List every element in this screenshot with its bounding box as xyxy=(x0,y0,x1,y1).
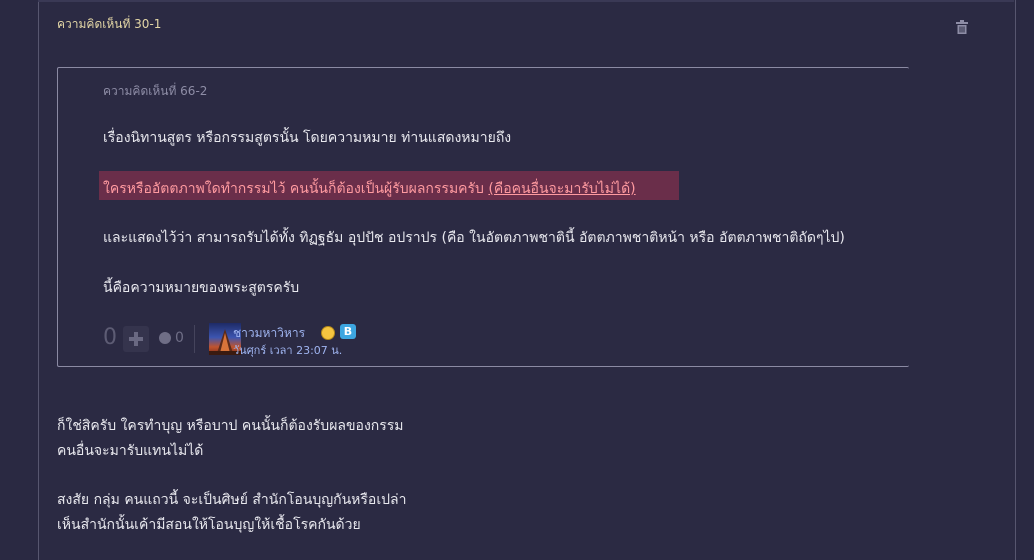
emotion-count: 0 xyxy=(175,330,184,346)
highlight-underlined: (คือคนอื่นจะมารับไม่ได้) xyxy=(488,181,636,197)
comment-text-line: เห็นสำนักนั้นเค้ามีสอนให้โอนบุญให้เชื้อโ… xyxy=(57,517,361,533)
trash-icon[interactable] xyxy=(956,20,968,34)
quote-text-line: เรื่องนิทานสูตร หรือกรรมสูตรนั้น โดยความ… xyxy=(103,130,512,146)
quote-text-line: นี้คือความหมายของพระสูตรครับ xyxy=(103,280,300,296)
blogger-badge-icon[interactable]: B xyxy=(340,324,356,339)
smiley-icon xyxy=(321,326,335,340)
quote-text-line: และแสดงไว้ว่า สามารถรับได้ทั้ง ทิฏฐธัม อ… xyxy=(103,230,845,246)
comment-title: ความคิดเห็นที่ 30-1 xyxy=(57,17,162,31)
quote-highlight-text: ใครหรืออัตตภาพใดทำกรรมไว้ คนนั้นก็ต้องเป… xyxy=(103,178,636,200)
comment-text-line: ก็ใช่สิครับ ใครทำบุญ หรือบาป คนนั้นก็ต้อ… xyxy=(57,418,404,434)
plus-vote-button[interactable] xyxy=(123,326,149,352)
highlight-plain: ใครหรืออัตตภาพใดทำกรรมไว้ คนนั้นก็ต้องเป… xyxy=(103,181,489,197)
footer-divider xyxy=(194,325,195,353)
quoted-comment-title[interactable]: ความคิดเห็นที่ 66-2 xyxy=(103,82,207,101)
emotion-icon[interactable] xyxy=(159,332,171,344)
quoted-comment-box xyxy=(57,67,909,367)
comment-text-line: สงสัย กลุ่ม คนแถวนี้ จะเป็นศิษย์ สำนักโอ… xyxy=(57,492,407,508)
vote-score: 0 xyxy=(103,325,117,350)
post-timestamp: วันศุกร์ เวลา 23:07 น. xyxy=(233,344,343,357)
comment-text-line: คนอื่นจะมารับแทนไม่ได้ xyxy=(57,443,204,459)
quote-footer: 0 0 ชาวมหาวิหาร B วันศุกร์ เวลา 23:07 น. xyxy=(103,323,423,357)
panel-top-border xyxy=(38,0,1014,2)
